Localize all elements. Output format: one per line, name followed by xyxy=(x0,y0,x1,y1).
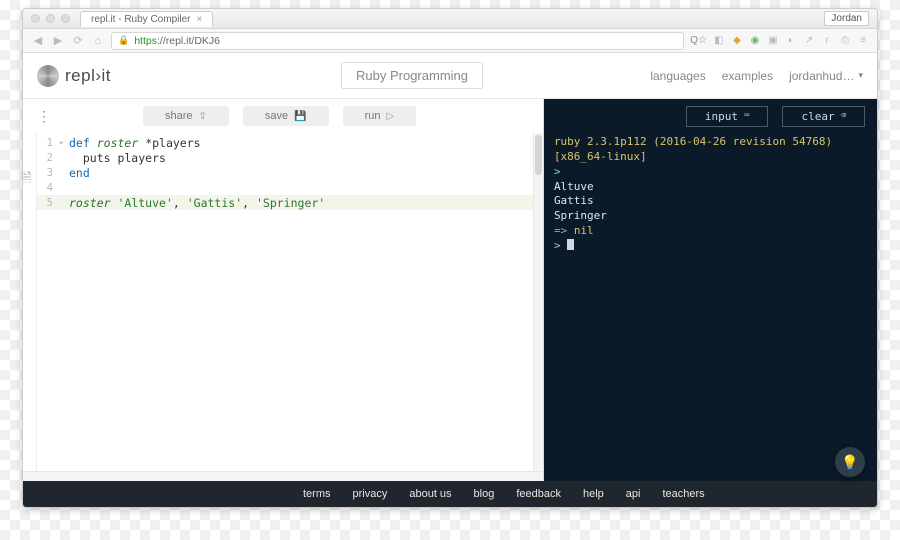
footer-link-about-us[interactable]: about us xyxy=(409,488,451,500)
nav-forward-icon[interactable]: ▶ xyxy=(51,34,65,47)
lightbulb-icon: 💡 xyxy=(841,454,858,471)
line-number: 5 xyxy=(37,197,59,209)
site-footer: terms privacy about us blog feedback help api t… xyxy=(23,481,877,507)
help-fab[interactable]: 💡 xyxy=(835,447,865,477)
ext-icon[interactable]: ◐ xyxy=(785,35,797,46)
input-button[interactable]: input⌨ xyxy=(686,106,769,127)
menu-icon[interactable]: ≡ xyxy=(857,35,869,46)
console-output[interactable]: ruby 2.3.1p112 (2016-04-26 revision 5476… xyxy=(544,133,877,481)
code-line[interactable]: 2 puts players xyxy=(37,150,543,165)
editor-pane: ⋮ share⇪ save💾 run▷ 🗎 1▸def roster *play… xyxy=(23,99,544,481)
qr-icon[interactable]: Q☆ xyxy=(690,35,707,46)
lock-icon: 🔒 xyxy=(118,35,129,46)
code-text: puts players xyxy=(69,151,166,165)
logo-mark-icon xyxy=(37,65,59,87)
extension-icons: ◧ ◆ ◉ ▣ ◐ ↗ r ⎙ ≡ xyxy=(713,35,869,46)
file-icon[interactable]: 🗎 xyxy=(23,169,32,191)
run-button[interactable]: run▷ xyxy=(343,106,417,126)
ext-icon[interactable]: r xyxy=(821,35,833,46)
traffic-light-close[interactable] xyxy=(31,14,40,23)
code-text: end xyxy=(69,166,90,180)
code-line[interactable]: 5 roster 'Altuve', 'Gattis', 'Springer' xyxy=(37,195,543,210)
site-logo[interactable]: repl›it xyxy=(37,65,111,87)
nav-examples[interactable]: examples xyxy=(722,69,773,83)
code-editor[interactable]: 1▸def roster *players2 puts players3end4… xyxy=(37,133,543,471)
code-line[interactable]: 1▸def roster *players xyxy=(37,135,543,150)
nav-user-menu[interactable]: jordanhud… ▾ xyxy=(789,69,863,83)
footer-link-help[interactable]: help xyxy=(583,488,604,500)
traffic-light-max[interactable] xyxy=(61,14,70,23)
footer-link-terms[interactable]: terms xyxy=(303,488,331,500)
address-bar[interactable]: 🔒 https://repl.it/DKJ6 xyxy=(111,32,684,50)
tab-close-icon[interactable]: × xyxy=(196,14,202,25)
ext-icon[interactable]: ↗ xyxy=(803,35,815,46)
browser-profile-chip[interactable]: Jordan xyxy=(824,11,869,26)
line-number: 3 xyxy=(37,167,59,179)
ext-icon[interactable]: ◧ xyxy=(713,35,725,46)
nav-reload-icon[interactable]: ⟳ xyxy=(71,34,85,47)
share-button[interactable]: share⇪ xyxy=(143,106,229,126)
url-rest: ://repl.it/DKJ6 xyxy=(157,35,220,47)
footer-link-privacy[interactable]: privacy xyxy=(353,488,388,500)
clear-button[interactable]: clear⌫ xyxy=(782,106,865,127)
ext-icon[interactable]: ◉ xyxy=(749,35,761,46)
traffic-light-min[interactable] xyxy=(46,14,55,23)
input-icon: ⌨ xyxy=(744,111,749,121)
scrollbar-horizontal[interactable] xyxy=(23,471,543,481)
console-toolbar: input⌨ clear⌫ xyxy=(544,99,877,133)
line-number: 1 xyxy=(37,137,59,149)
line-number: 4 xyxy=(37,182,59,194)
scrollbar-vertical[interactable] xyxy=(533,133,543,471)
share-icon: ⇪ xyxy=(199,111,207,122)
window-titlebar: repl.it - Ruby Compiler × Jordan xyxy=(23,9,877,29)
nav-languages[interactable]: languages xyxy=(650,69,705,83)
footer-link-api[interactable]: api xyxy=(626,488,641,500)
save-icon: 💾 xyxy=(294,111,306,122)
code-line[interactable]: 4 xyxy=(37,180,543,195)
page-title-pill[interactable]: Ruby Programming xyxy=(341,62,483,89)
editor-menu-icon[interactable]: ⋮ xyxy=(33,108,55,125)
line-number: 2 xyxy=(37,152,59,164)
ext-icon[interactable]: ▣ xyxy=(767,35,779,46)
code-text: roster 'Altuve', 'Gattis', 'Springer' xyxy=(69,196,325,210)
nav-back-icon[interactable]: ◀ xyxy=(31,34,45,47)
url-scheme: https xyxy=(134,35,157,47)
browser-tab[interactable]: repl.it - Ruby Compiler × xyxy=(80,11,213,27)
site-header: repl›it Ruby Programming languages examp… xyxy=(23,53,877,99)
save-button[interactable]: save💾 xyxy=(243,106,329,126)
clear-icon: ⌫ xyxy=(841,111,846,121)
ext-icon[interactable]: ◆ xyxy=(731,35,743,46)
nav-home-icon[interactable]: ⌂ xyxy=(91,35,105,47)
browser-urlbar: ◀ ▶ ⟳ ⌂ 🔒 https://repl.it/DKJ6 Q☆ ◧ ◆ ◉ … xyxy=(23,29,877,53)
console-pane: input⌨ clear⌫ ruby 2.3.1p112 (2016-04-26… xyxy=(544,99,877,481)
chevron-down-icon: ▾ xyxy=(858,70,863,81)
play-icon: ▷ xyxy=(387,111,395,122)
nav-user-label: jordanhud… xyxy=(789,69,854,83)
footer-link-feedback[interactable]: feedback xyxy=(516,488,561,500)
code-line[interactable]: 3 end xyxy=(37,165,543,180)
cast-icon[interactable]: ⎙ xyxy=(839,35,851,46)
tab-title: repl.it - Ruby Compiler xyxy=(91,14,190,25)
fold-icon[interactable]: ▸ xyxy=(59,138,69,148)
brand-text: repl›it xyxy=(65,66,111,86)
editor-toolbar: ⋮ share⇪ save💾 run▷ xyxy=(23,99,543,133)
code-text: def roster *players xyxy=(69,136,201,150)
footer-link-blog[interactable]: blog xyxy=(474,488,495,500)
footer-link-teachers[interactable]: teachers xyxy=(662,488,704,500)
